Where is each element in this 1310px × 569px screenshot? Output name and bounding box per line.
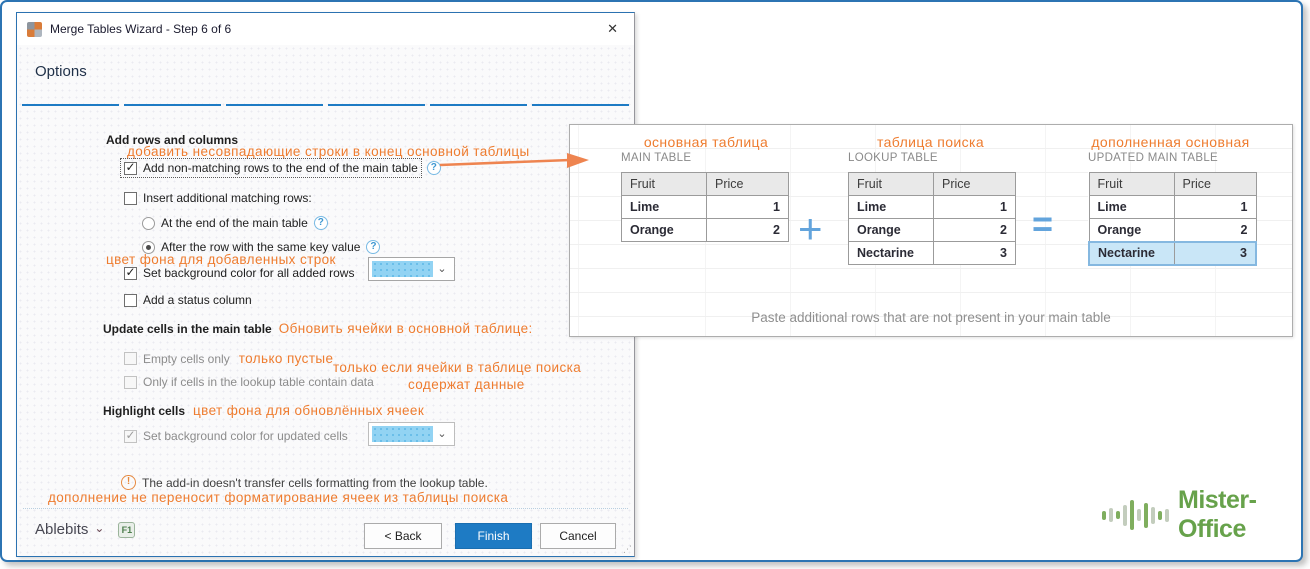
pointer-arrow	[438, 151, 592, 175]
annotation-lookup-line2: содержат данные	[408, 377, 525, 392]
screenshot-frame: Merge Tables Wizard - Step 6 of 6 ✕ Opti…	[0, 0, 1303, 562]
merge-tables-icon	[27, 22, 42, 37]
main-table-annotation: основная таблица	[611, 134, 801, 150]
step-segment	[124, 104, 221, 106]
illustration-table: FruitPriceLime1Orange2Nectarine3	[848, 172, 1016, 265]
table-row: Nectarine3	[1089, 242, 1256, 265]
table-row: Orange2	[622, 219, 789, 242]
updated-table: FruitPriceLime1Orange2Nectarine3	[1088, 172, 1257, 266]
bg-added-label: Set background color for all added rows	[143, 266, 354, 280]
table-row: Lime1	[849, 196, 1016, 219]
table-row: Nectarine3	[849, 242, 1016, 265]
titlebar: Merge Tables Wizard - Step 6 of 6 ✕	[17, 13, 634, 45]
note-text: The add-in doesn't transfer cells format…	[142, 476, 488, 490]
illustration-table: FruitPriceLime1Orange2	[621, 172, 789, 242]
footer-divider	[23, 508, 628, 509]
empty-cells-label: Empty cells only	[143, 352, 230, 366]
radio-end-label: At the end of the main table	[161, 216, 308, 230]
main-table: FruitPriceLime1Orange2	[621, 172, 789, 242]
logo-text: Mister-Office	[1178, 486, 1292, 544]
merge-tables-wizard-window: Merge Tables Wizard - Step 6 of 6 ✕ Opti…	[16, 12, 635, 557]
insert-matching-label: Insert additional matching rows:	[143, 191, 312, 205]
updated-table-label: UPDATED MAIN TABLE	[1088, 152, 1218, 164]
table-row: Lime1	[1089, 196, 1256, 219]
add-nonmatching-label: Add non-matching rows to the end of the …	[143, 161, 418, 175]
bg-updated-checkbox: ✓	[124, 430, 137, 443]
check-icon: ✓	[125, 162, 135, 172]
column-header: Fruit	[622, 173, 707, 196]
step-progress	[22, 104, 629, 106]
radio-end-of-table[interactable]	[142, 217, 155, 230]
lookup-table: FruitPriceLime1Orange2Nectarine3	[848, 172, 1016, 265]
resize-grip[interactable]: ⋰	[623, 544, 632, 555]
plus-operator: +	[798, 205, 823, 253]
column-header: Fruit	[849, 173, 934, 196]
annotation-update-cells: Обновить ячейки в основной таблице:	[279, 321, 533, 336]
add-nonmatching-checkbox[interactable]: ✓	[124, 162, 137, 175]
finish-button[interactable]: Finish	[455, 523, 532, 549]
step-segment	[532, 104, 629, 106]
page-title: Options	[35, 63, 87, 80]
main-table-label: MAIN TABLE	[621, 152, 691, 164]
table-row: Lime1	[622, 196, 789, 219]
lookup-table-label: LOOKUP TABLE	[848, 152, 938, 164]
close-icon[interactable]: ✕	[601, 19, 624, 39]
status-column-checkbox[interactable]	[124, 294, 137, 307]
check-icon: ✓	[125, 430, 135, 440]
updated-table-annotation: дополненная основная	[1068, 134, 1273, 150]
annotation-note: дополнение не переносит форматирование я…	[48, 490, 508, 505]
status-column-label: Add a status column	[143, 293, 252, 307]
chevron-down-icon: ⌄	[433, 261, 451, 277]
lookup-contain-checkbox	[124, 376, 137, 389]
f1-help-badge[interactable]: F1	[118, 522, 135, 538]
column-header: Price	[707, 173, 789, 196]
step-segment	[328, 104, 425, 106]
chevron-down-icon[interactable]: ⌄	[94, 521, 104, 535]
added-rows-color-dropdown[interactable]: ⌄	[368, 257, 455, 281]
bg-added-checkbox[interactable]: ✓	[124, 267, 137, 280]
updated-cells-color-dropdown[interactable]: ⌄	[368, 422, 455, 446]
ablebits-menu[interactable]: Ablebits	[35, 521, 88, 538]
table-row: Orange2	[849, 219, 1016, 242]
color-swatch	[372, 426, 433, 442]
equals-operator: =	[1032, 203, 1053, 245]
annotation-empty-cells: только пустые	[239, 351, 334, 366]
color-swatch	[372, 261, 433, 277]
bg-updated-label: Set background color for updated cells	[143, 429, 348, 443]
window-title: Merge Tables Wizard - Step 6 of 6	[50, 22, 231, 36]
step-segment	[226, 104, 323, 106]
column-header: Fruit	[1089, 173, 1174, 196]
annotation-lookup-line1: только если ячейки в таблице поиска	[333, 360, 581, 375]
section-highlight-title: Highlight cells	[103, 404, 185, 418]
column-header: Price	[1174, 173, 1256, 196]
step-segment	[22, 104, 119, 106]
help-icon[interactable]: ?	[314, 216, 328, 230]
back-button[interactable]: < Back	[364, 523, 442, 549]
table-row: Orange2	[1089, 219, 1256, 242]
chevron-down-icon: ⌄	[433, 426, 451, 442]
help-icon[interactable]: ?	[366, 240, 380, 254]
illustration-caption: Paste additional rows that are not prese…	[570, 310, 1292, 325]
add-nonmatching-row: ✓ Add non-matching rows to the end of th…	[121, 159, 421, 177]
radio-dot	[146, 245, 151, 250]
cancel-button[interactable]: Cancel	[540, 523, 616, 549]
annotation-bg-added: цвет фона для добавленных строк	[106, 252, 336, 267]
insert-matching-checkbox[interactable]	[124, 192, 137, 205]
annotation-highlight: цвет фона для обновлённых ячеек	[193, 403, 424, 418]
empty-cells-checkbox	[124, 352, 137, 365]
illustration-table: FruitPriceLime1Orange2Nectarine3	[1088, 172, 1257, 266]
lookup-contain-label: Only if cells in the lookup table contai…	[143, 375, 374, 389]
dialog-body: Options Add rows and columns добавить не…	[17, 45, 634, 556]
warning-icon: !	[121, 475, 136, 490]
illustration-panel: основная таблица MAIN TABLE FruitPriceLi…	[569, 124, 1293, 337]
section-update-cells-title: Update cells in the main table	[103, 322, 272, 336]
check-icon: ✓	[125, 267, 135, 277]
column-header: Price	[934, 173, 1016, 196]
step-segment	[430, 104, 527, 106]
lookup-table-annotation: таблица поиска	[838, 134, 1023, 150]
equalizer-bars-icon	[1102, 500, 1169, 530]
mister-office-logo: Mister-Office	[1102, 492, 1292, 538]
